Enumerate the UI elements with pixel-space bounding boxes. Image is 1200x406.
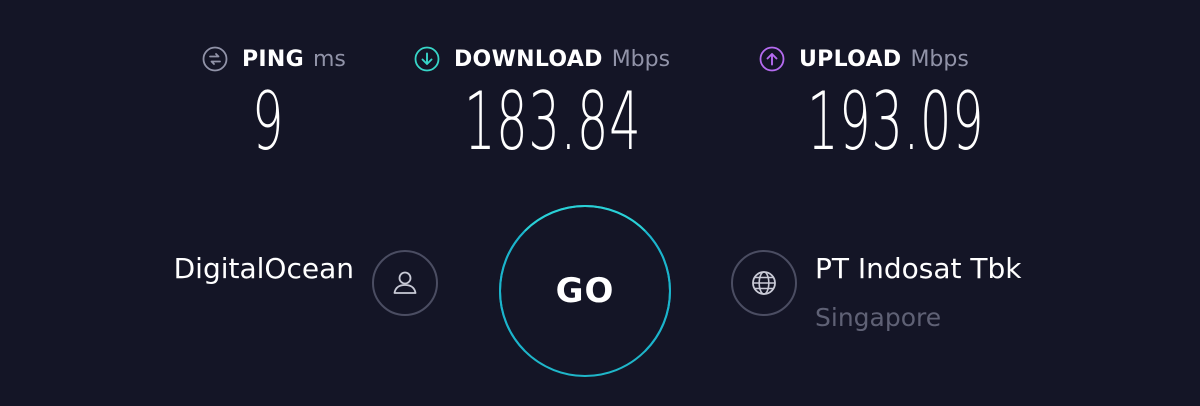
go-button-label: GO <box>555 271 615 311</box>
go-button[interactable]: GO <box>499 205 671 377</box>
provider-name[interactable]: DigitalOcean <box>142 252 354 285</box>
server-location[interactable]: Singapore <box>815 303 941 332</box>
download-header: DOWNLOAD Mbps <box>414 44 670 74</box>
globe-icon <box>752 271 776 295</box>
upload-value: 193.09 <box>807 75 985 168</box>
globe-icon-button[interactable] <box>731 250 797 316</box>
upload-header: UPLOAD Mbps <box>759 44 969 74</box>
user-icon <box>393 271 417 294</box>
upload-unit: Mbps <box>910 46 969 72</box>
download-metric: DOWNLOAD Mbps 183.84 <box>414 44 670 164</box>
ping-icon <box>202 46 228 72</box>
upload-metric: UPLOAD Mbps 193.09 <box>759 44 984 164</box>
download-arrow-icon <box>414 46 440 72</box>
ping-unit: ms <box>312 46 346 72</box>
speedtest-panel: PING ms 9 DOWNLOAD Mbps 183.84 UPLOAD Mb… <box>0 0 1200 406</box>
download-unit: Mbps <box>611 46 671 72</box>
server-name[interactable]: PT Indosat Tbk <box>815 252 1022 285</box>
download-value: 183.84 <box>464 75 642 168</box>
upload-arrow-icon <box>759 46 785 72</box>
ping-label: PING <box>242 46 304 72</box>
download-label: DOWNLOAD <box>454 46 603 72</box>
ping-metric: PING ms 9 <box>202 44 346 164</box>
ping-header: PING ms <box>202 44 346 74</box>
user-icon-button[interactable] <box>372 250 438 316</box>
upload-label: UPLOAD <box>799 46 902 72</box>
ping-value: 9 <box>252 75 285 168</box>
